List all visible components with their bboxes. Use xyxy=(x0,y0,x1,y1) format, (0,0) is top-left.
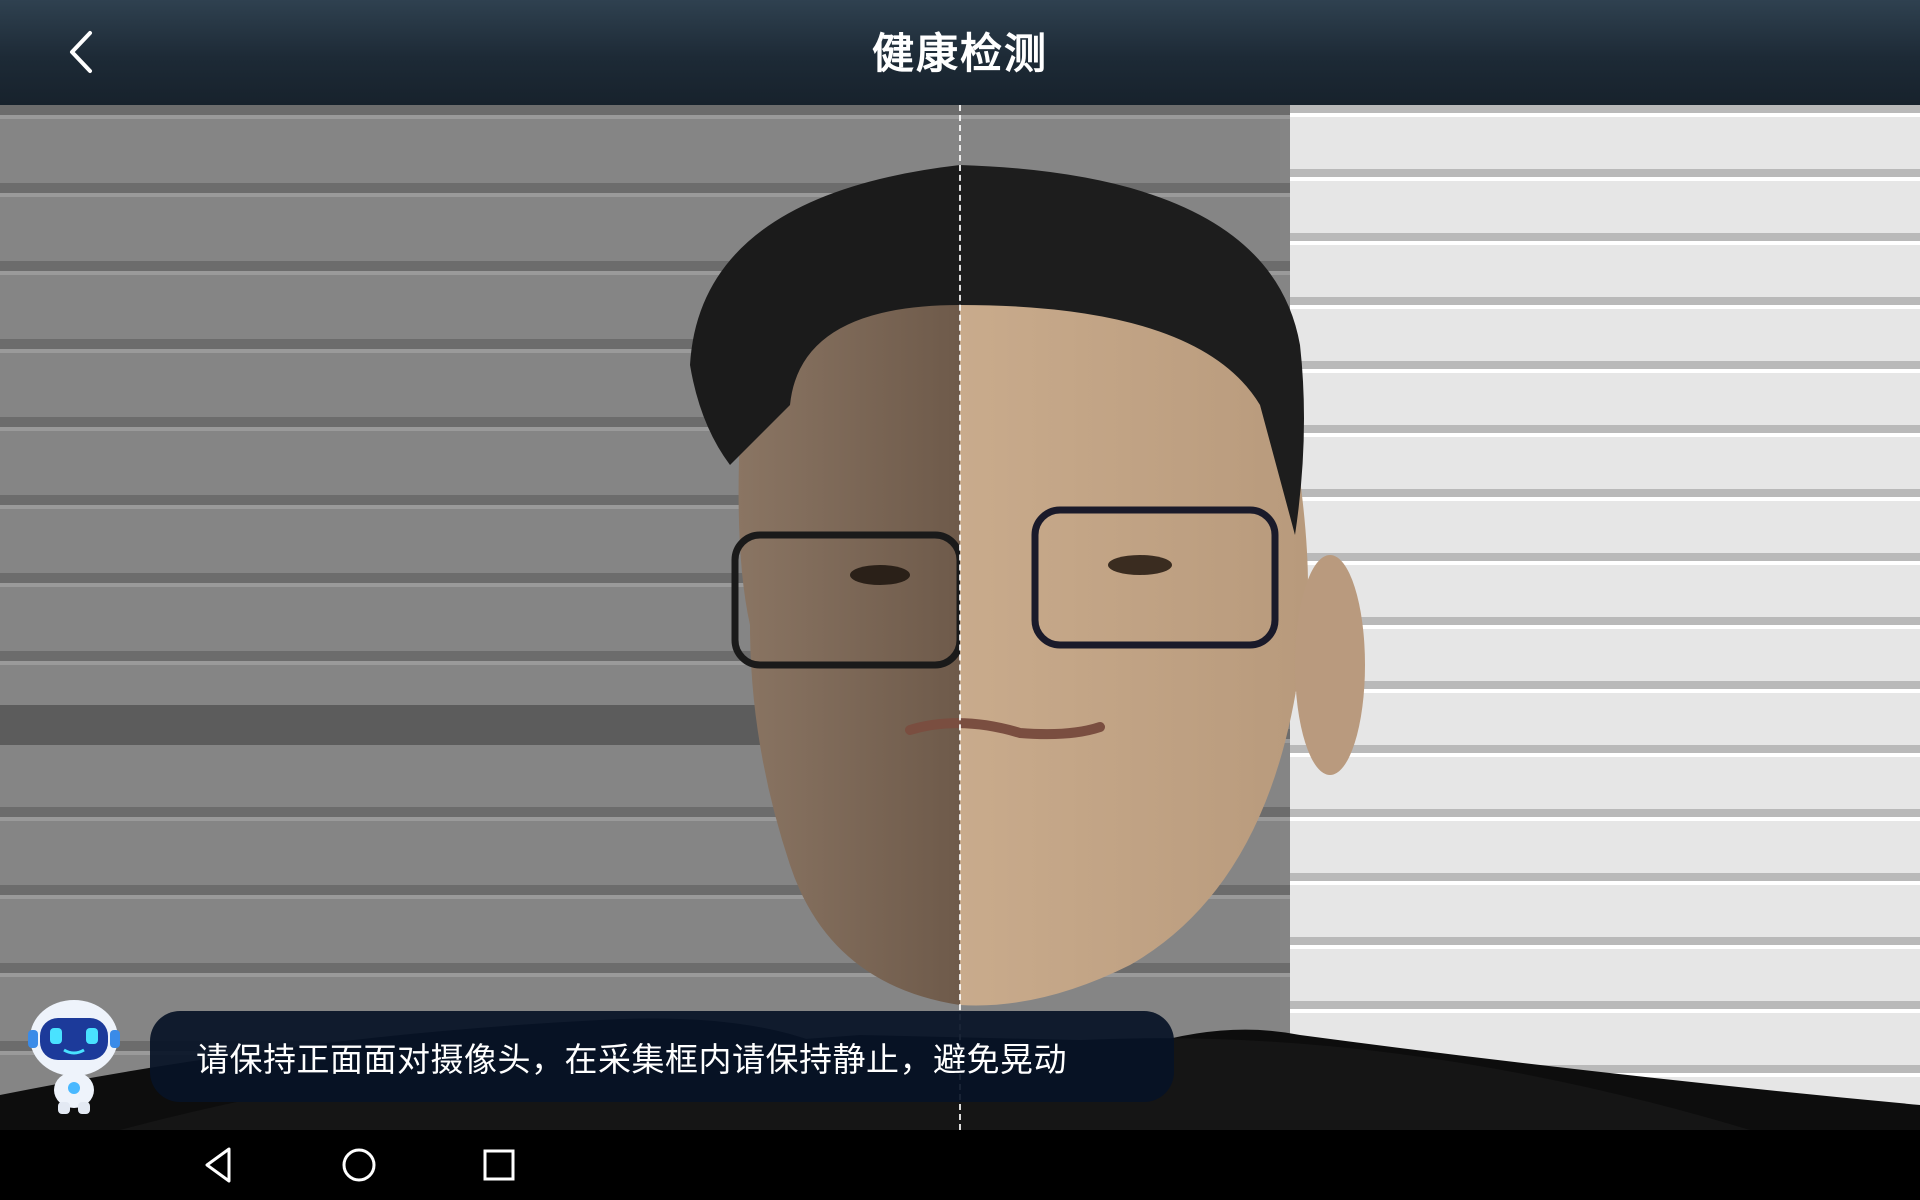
instruction-tip-bubble: 请保持正面面对摄像头，在采集框内请保持静止，避免晃动 xyxy=(150,1011,1174,1102)
nav-home-button[interactable] xyxy=(334,1140,384,1190)
chevron-left-icon xyxy=(70,31,92,73)
nav-home-circle-icon xyxy=(342,1148,376,1182)
system-nav-bar xyxy=(0,1130,1920,1200)
nav-recents-square-icon xyxy=(483,1149,515,1181)
robot-mascot-icon xyxy=(26,998,122,1116)
page-title: 健康检测 xyxy=(871,29,1048,78)
alignment-guide-line xyxy=(959,105,961,1130)
health-check-screen: 健康检测 请保持正面面对摄像头，在采集框内请保持静止，避免晃动 xyxy=(0,0,1920,1200)
app-header: 健康检测 xyxy=(0,0,1920,105)
nav-back-triangle-icon xyxy=(205,1147,231,1183)
camera-preview xyxy=(0,105,1920,1130)
instruction-tip-text: 请保持正面面对摄像头，在采集框内请保持静止，避免晃动 xyxy=(196,1039,1067,1079)
back-button[interactable] xyxy=(52,22,112,82)
nav-recents-button[interactable] xyxy=(474,1140,524,1190)
nav-back-button[interactable] xyxy=(194,1140,244,1190)
